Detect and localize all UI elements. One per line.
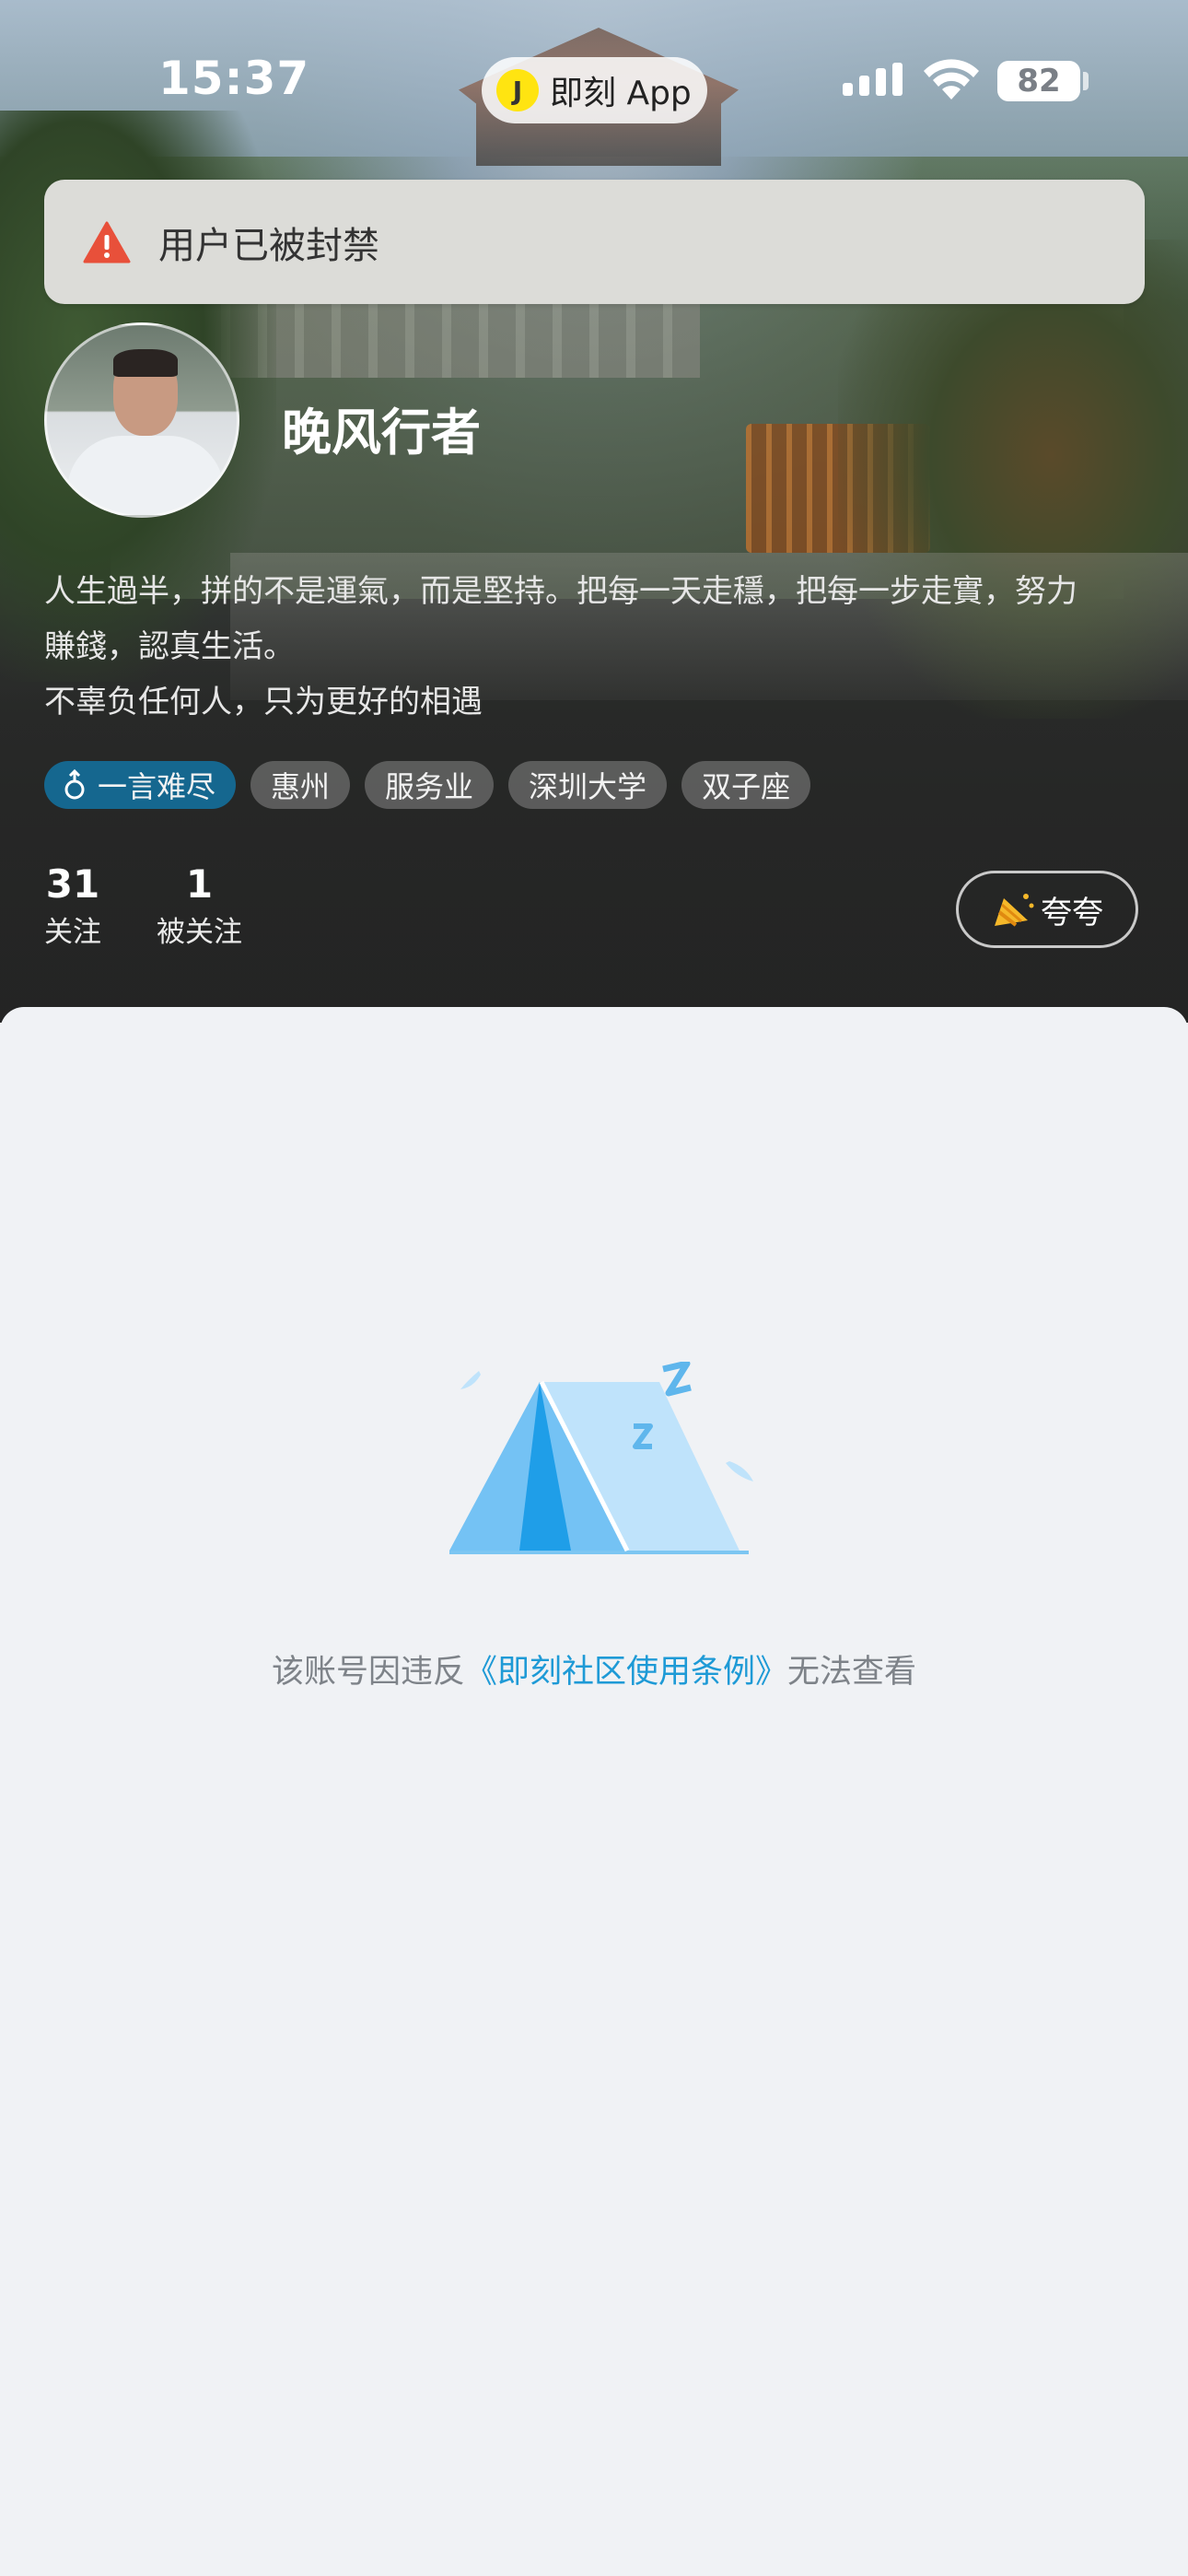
- community-rules-link[interactable]: 《即刻社区使用条例》: [465, 1654, 787, 1691]
- male-gender-icon: [64, 769, 85, 800]
- notice-prefix: 该账号因违反: [271, 1654, 465, 1691]
- sleeping-tent-icon: [449, 1362, 753, 1554]
- followers-count: 1: [185, 861, 214, 907]
- notice-suffix: 无法查看: [787, 1654, 917, 1691]
- status-time: 15:37: [158, 52, 310, 105]
- profile-tags: 一言难尽 惠州 服务业 深圳大学 双子座: [44, 761, 811, 809]
- praise-button[interactable]: 夸夸: [956, 871, 1138, 948]
- banned-message: 用户已被封禁: [158, 224, 379, 267]
- cellular-signal-icon: [843, 63, 903, 96]
- profile-bio: 人生過半，拼的不是運氣，而是堅持。把每一天走穩，把每一步走實，努力 賺錢，認真生…: [44, 564, 1149, 730]
- app-return-pill[interactable]: J 即刻 App: [482, 57, 707, 123]
- banned-content-notice: 该账号因违反《即刻社区使用条例》无法查看: [0, 1645, 1188, 1692]
- tag-label: 一言难尽: [98, 769, 216, 804]
- party-horn-icon: [995, 894, 1034, 927]
- jike-logo-icon: J: [496, 69, 539, 111]
- following-stat[interactable]: 31 关注: [44, 857, 101, 953]
- avatar[interactable]: [44, 322, 239, 518]
- profile-stats: 31 关注 1 被关注: [44, 857, 242, 953]
- app-pill-name: 即刻 App: [550, 75, 692, 112]
- tag-zodiac[interactable]: 双子座: [681, 761, 811, 809]
- battery-indicator: 82: [997, 61, 1080, 101]
- tag-gender-status[interactable]: 一言难尽: [44, 761, 237, 809]
- tag-location[interactable]: 惠州: [250, 761, 351, 809]
- warning-triangle-icon: [83, 221, 131, 263]
- profile-nickname: 晚风行者: [282, 404, 481, 462]
- tag-industry[interactable]: 服务业: [365, 761, 495, 809]
- content-sheet: [0, 1007, 1188, 2576]
- tag-school[interactable]: 深圳大学: [508, 761, 668, 809]
- praise-label: 夸夸: [1041, 894, 1103, 931]
- bio-line: 人生過半，拼的不是運氣，而是堅持。把每一天走穩，把每一步走實，努力: [44, 573, 1077, 610]
- battery-tip: [1083, 72, 1089, 90]
- banned-user-banner: 用户已被封禁: [44, 180, 1145, 304]
- followers-stat[interactable]: 1 被关注: [157, 857, 242, 953]
- following-label: 关注: [44, 916, 101, 949]
- bio-line: 不辜负任何人，只为更好的相遇: [44, 684, 483, 720]
- following-count: 31: [45, 861, 100, 907]
- bio-line: 賺錢，認真生活。: [44, 628, 295, 665]
- followers-label: 被关注: [157, 916, 242, 949]
- wifi-icon: [924, 59, 979, 100]
